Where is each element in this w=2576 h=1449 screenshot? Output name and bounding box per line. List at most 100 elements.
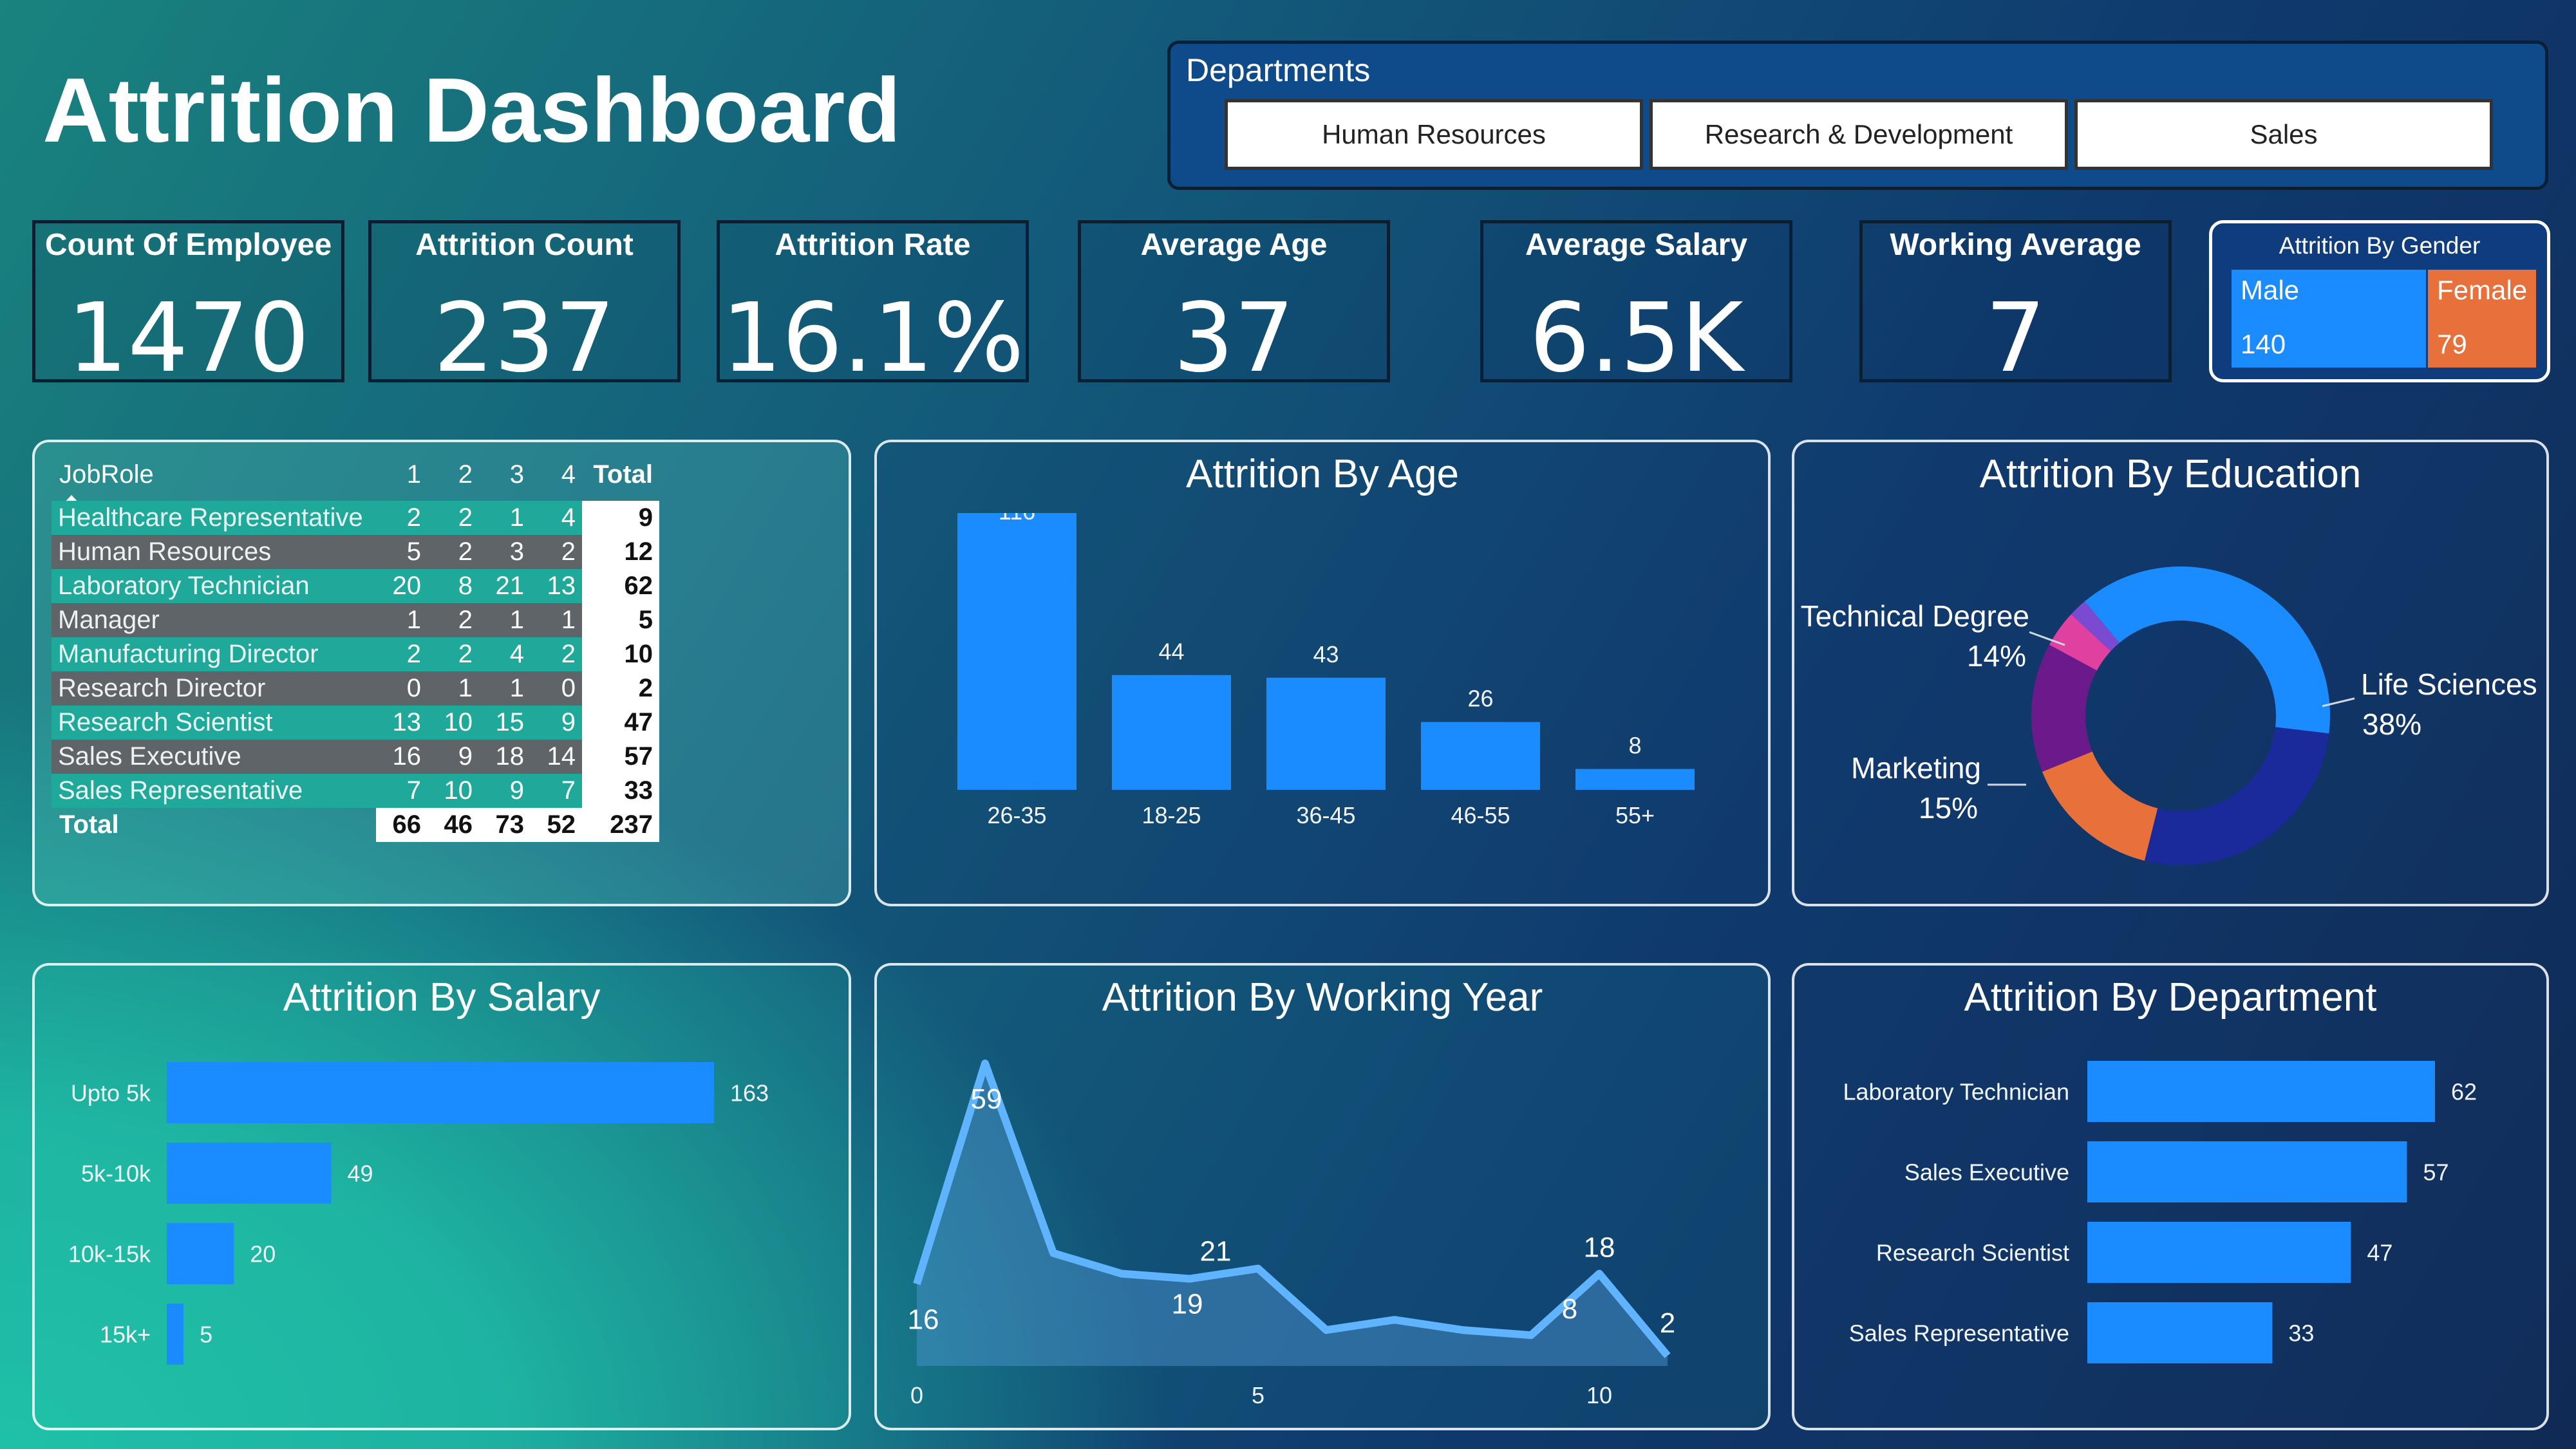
bar[interactable] <box>167 1223 234 1284</box>
data-label: 8 <box>1628 733 1641 759</box>
kpi-value: 37 <box>1173 283 1295 393</box>
bar[interactable] <box>1266 677 1386 790</box>
cell: 52 <box>531 808 582 842</box>
cell: 16 <box>376 740 428 774</box>
tick-label: 5 <box>1252 1382 1264 1408</box>
cell-total: 237 <box>582 808 659 842</box>
tick-label: 36-45 <box>1296 802 1355 828</box>
bar[interactable] <box>1421 722 1540 790</box>
kpi-value: 6.5K <box>1529 283 1744 393</box>
kpi-attrition-count: Attrition Count 237 <box>368 220 681 393</box>
slice-pct: 14% <box>1967 639 2026 673</box>
table-row: Sales Executive 16 9 18 14 57 <box>52 740 659 774</box>
working-year-chart-panel: Attrition By Working Year 16 59 21 19 8 18 2 0 5… <box>874 963 1771 1430</box>
chart-title: Attrition By Salary <box>283 975 601 1020</box>
donut-slice[interactable] <box>2144 727 2329 865</box>
bar[interactable] <box>2087 1222 2351 1283</box>
cell: 2 <box>376 637 428 671</box>
dept-option-research-development[interactable]: Research & Development <box>1650 99 2068 170</box>
cell: 2 <box>531 535 582 569</box>
kpi-attrition-rate: Attrition Rate 16.1% <box>717 220 1029 393</box>
cell: 20 <box>376 569 428 603</box>
data-label: 43 <box>1313 641 1339 668</box>
bar[interactable] <box>2087 1061 2435 1122</box>
gender-female-bar[interactable]: Female 79 <box>2428 270 2536 368</box>
cell-total: 2 <box>582 671 659 706</box>
gender-male-bar[interactable]: Male 140 <box>2232 270 2426 368</box>
table-row: Manager 1 2 1 1 5 <box>52 603 659 637</box>
cell: 8 <box>428 569 479 603</box>
kpi-working-average: Working Average 7 <box>1859 220 2172 393</box>
cell: 0 <box>376 671 428 706</box>
cell: 73 <box>479 808 531 842</box>
cell: 9 <box>531 706 582 740</box>
kpi-label: Attrition Rate <box>775 228 971 262</box>
row-jobrole: Sales Representative <box>52 774 376 808</box>
bar[interactable] <box>1575 769 1695 790</box>
cell-total: 33 <box>582 774 659 808</box>
cell-total: 47 <box>582 706 659 740</box>
chart-title: Attrition By Working Year <box>1102 975 1543 1020</box>
row-jobrole: Research Scientist <box>52 706 376 740</box>
bar[interactable] <box>167 1304 184 1365</box>
cell: 9 <box>479 774 531 808</box>
header-jobrole[interactable]: JobRole <box>52 458 376 492</box>
age-bar-chart: 116 26-35 44 18-25 43 36-45 26 46-55 8 55+ <box>957 513 1695 828</box>
cell: 15 <box>479 706 531 740</box>
header-col-1[interactable]: 1 <box>376 458 428 492</box>
salary-chart-panel: Attrition By Salary Upto 5k 163 5k-10k 49 10… <box>32 963 851 1430</box>
data-label: 62 <box>2451 1079 2477 1105</box>
bar[interactable] <box>2087 1302 2273 1363</box>
page-title: Attrition Dashboard <box>42 59 901 162</box>
header-col-3[interactable]: 3 <box>479 458 531 492</box>
gender-title: Attrition By Gender <box>2279 232 2481 259</box>
chart-title: Attrition By Department <box>1964 975 2377 1020</box>
kpi-count-of-employee: Count Of Employee 1470 <box>32 220 344 393</box>
tick-label: Research Scientist <box>1876 1240 2069 1266</box>
bar[interactable] <box>957 513 1076 790</box>
donut-slice[interactable] <box>2084 566 2330 734</box>
cell: 2 <box>531 637 582 671</box>
table-row: Manufacturing Director 2 2 4 2 10 <box>52 637 659 671</box>
row-jobrole: Human Resources <box>52 535 376 569</box>
age-chart-panel: Attrition By Age 116 26-35 44 18-25 43 36-45 2… <box>874 440 1771 906</box>
tick-label: 46-55 <box>1451 802 1510 828</box>
data-label: 16 <box>908 1304 939 1336</box>
data-label: 59 <box>971 1083 1002 1115</box>
data-label: 21 <box>1200 1236 1232 1267</box>
bar[interactable] <box>1112 675 1231 790</box>
gender-female-value: 79 <box>2437 329 2467 359</box>
cell-total: 10 <box>582 637 659 671</box>
dept-option-sales[interactable]: Sales <box>2074 99 2493 170</box>
bar[interactable] <box>2087 1141 2407 1202</box>
data-label: 33 <box>2288 1320 2314 1347</box>
dept-option-human-resources[interactable]: Human Resources <box>1225 99 1643 170</box>
bar[interactable] <box>167 1062 714 1123</box>
kpi-value: 1470 <box>67 283 310 393</box>
table-header-row: JobRole 1 2 3 4 Total <box>52 458 659 492</box>
cell: 1 <box>479 603 531 637</box>
data-label: 44 <box>1158 639 1184 665</box>
tick-label: Upto 5k <box>71 1080 151 1107</box>
cell: 7 <box>531 774 582 808</box>
kpi-label: Count Of Employee <box>44 228 332 262</box>
gender-male-label: Male <box>2241 275 2300 305</box>
tick-label: 55+ <box>1615 802 1655 828</box>
kpi-average-age: Average Age 37 <box>1078 220 1390 393</box>
chart-title: Attrition By Age <box>1186 452 1459 496</box>
bar[interactable] <box>167 1143 332 1204</box>
cell: 1 <box>428 671 479 706</box>
kpi-value: 16.1% <box>721 283 1024 393</box>
gender-female-label: Female <box>2437 275 2528 305</box>
kpi-label: Working Average <box>1890 228 2141 262</box>
tick-label: 26-35 <box>987 802 1046 828</box>
header-total[interactable]: Total <box>582 458 659 492</box>
header-col-4[interactable]: 4 <box>531 458 582 492</box>
table-row: Research Director 0 1 1 0 2 <box>52 671 659 706</box>
tick-label: 5k-10k <box>81 1161 151 1187</box>
department-chart-panel: Attrition By Department Laboratory Techn… <box>1792 963 2549 1430</box>
area-fill <box>917 1063 1668 1366</box>
donut-slice[interactable] <box>2042 751 2158 861</box>
cell: 5 <box>376 535 428 569</box>
header-col-2[interactable]: 2 <box>428 458 479 492</box>
